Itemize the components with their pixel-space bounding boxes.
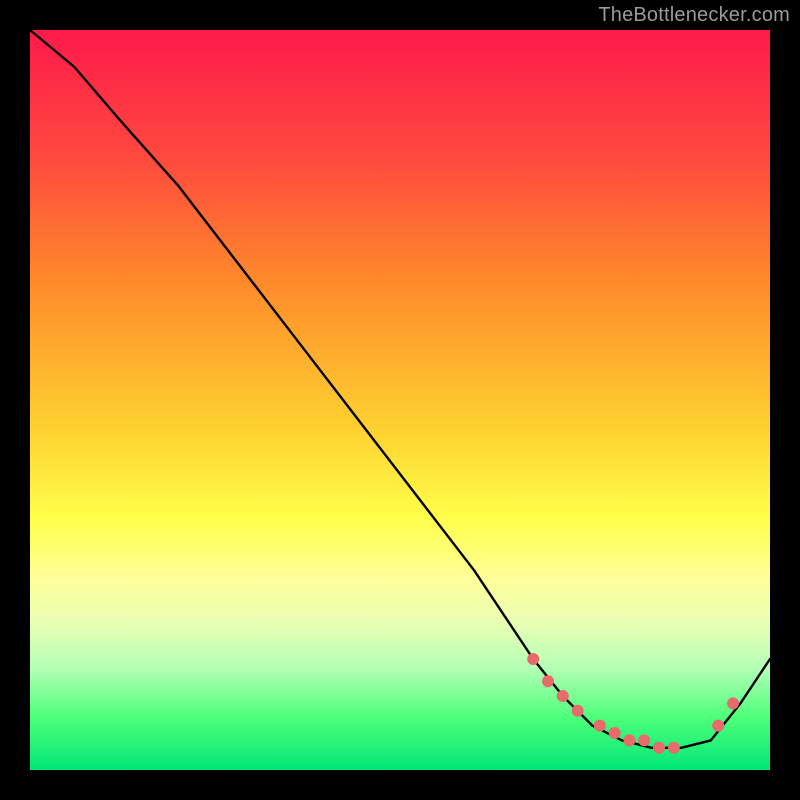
chart-marker (527, 653, 539, 665)
chart-markers (527, 653, 739, 754)
chart-marker (623, 734, 635, 746)
chart-marker (668, 742, 680, 754)
chart-marker (572, 705, 584, 717)
chart-line (30, 30, 770, 748)
chart-marker (712, 720, 724, 732)
chart-marker (653, 742, 665, 754)
chart-marker (542, 675, 554, 687)
chart-marker (557, 690, 569, 702)
attribution-text: TheBottlenecker.com (598, 4, 790, 27)
chart-frame: TheBottlenecker.com (0, 0, 800, 800)
plot-area (30, 30, 770, 770)
chart-svg (30, 30, 770, 770)
chart-marker (594, 720, 606, 732)
chart-marker (638, 734, 650, 746)
chart-marker (609, 727, 621, 739)
chart-marker (727, 697, 739, 709)
